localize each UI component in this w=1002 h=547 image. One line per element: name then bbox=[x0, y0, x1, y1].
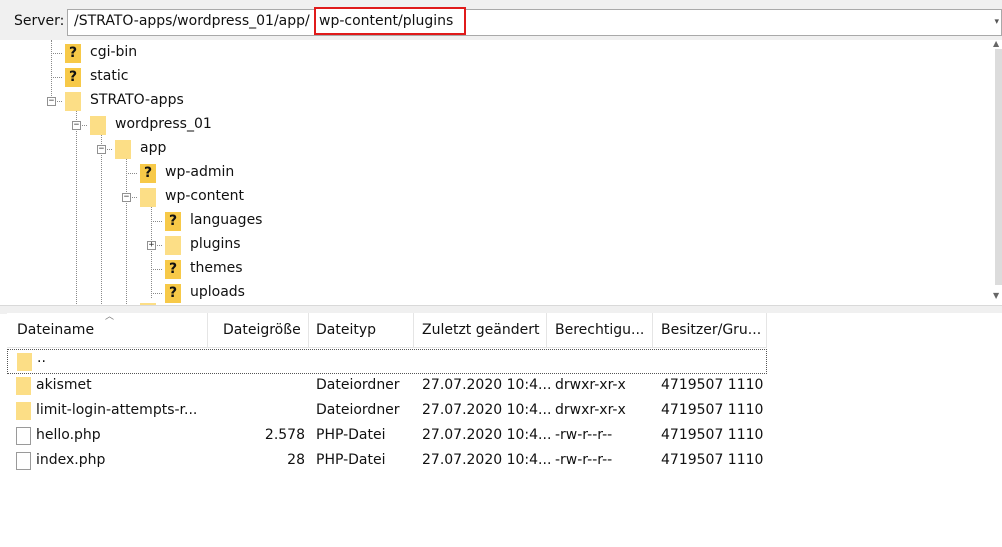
file-type: PHP-Datei bbox=[316, 427, 386, 443]
server-path-input[interactable]: /STRATO-apps/wordpress_01/app/ wp-conten… bbox=[67, 7, 1002, 36]
file-type: Dateiordner bbox=[316, 402, 400, 418]
file-name: limit-login-attempts-r... bbox=[36, 402, 198, 418]
tree-connector bbox=[151, 269, 162, 270]
tree-node-label: wp-content bbox=[165, 188, 244, 204]
unknown-folder-icon: ? bbox=[65, 44, 81, 63]
tree-connector bbox=[126, 173, 137, 174]
unknown-folder-icon: ? bbox=[65, 68, 81, 87]
file-owner: 4719507 1110 bbox=[661, 377, 764, 393]
file-name: .. bbox=[37, 350, 46, 366]
server-path-highlight: wp-content/plugins bbox=[314, 7, 466, 35]
file-type: Dateiordner bbox=[316, 377, 400, 393]
collapse-toggle[interactable]: − bbox=[97, 145, 106, 154]
file-modified: 27.07.2020 10:4... bbox=[422, 427, 552, 443]
tree-node-label: STRATO-apps bbox=[90, 92, 184, 108]
tree-node-label: themes bbox=[190, 260, 243, 276]
file-name: index.php bbox=[36, 452, 106, 468]
scroll-up-icon[interactable]: ▲ bbox=[993, 40, 999, 48]
file-modified: 27.07.2020 10:4... bbox=[422, 377, 552, 393]
folder-icon bbox=[165, 236, 181, 255]
file-owner: 4719507 1110 bbox=[661, 402, 764, 418]
tree-connector bbox=[51, 53, 62, 54]
column-separator[interactable] bbox=[546, 313, 547, 347]
file-name: akismet bbox=[36, 377, 92, 393]
table-row[interactable]: index.php 28 PHP-Datei 27.07.2020 10:4..… bbox=[7, 449, 767, 474]
tree-connector bbox=[126, 154, 127, 305]
folder-icon bbox=[17, 353, 32, 371]
unknown-folder-icon: ? bbox=[140, 164, 156, 183]
file-name: hello.php bbox=[36, 427, 101, 443]
file-owner: 4719507 1110 bbox=[661, 427, 764, 443]
tree-node-label: wordpress_01 bbox=[115, 116, 212, 132]
expand-toggle[interactable]: + bbox=[147, 241, 156, 250]
server-path-bar: Server: /STRATO-apps/wordpress_01/app/ w… bbox=[0, 0, 1002, 40]
table-row[interactable]: hello.php 2.578 PHP-Datei 27.07.2020 10:… bbox=[7, 424, 767, 449]
column-header-permissions[interactable]: Berechtigu... bbox=[555, 322, 644, 338]
collapse-toggle[interactable]: − bbox=[47, 97, 56, 106]
tree-node-label: static bbox=[90, 68, 129, 84]
scroll-down-icon[interactable]: ▼ bbox=[993, 291, 999, 300]
scrollbar-thumb[interactable] bbox=[995, 49, 1002, 285]
table-row[interactable]: akismet Dateiordner 27.07.2020 10:4... d… bbox=[7, 374, 767, 399]
tree-node-label: app bbox=[140, 140, 167, 156]
column-separator[interactable] bbox=[308, 313, 309, 347]
column-header-filetype[interactable]: Dateityp bbox=[316, 322, 376, 338]
file-modified: 27.07.2020 10:4... bbox=[422, 402, 552, 418]
collapse-toggle[interactable]: − bbox=[72, 121, 81, 130]
server-label: Server: bbox=[14, 13, 65, 29]
column-separator[interactable] bbox=[413, 313, 414, 347]
unknown-folder-icon: ? bbox=[165, 260, 181, 279]
tree-scrollbar[interactable]: ▲ ▼ bbox=[993, 40, 1002, 305]
remote-directory-tree: − − − − + ? cgi-bin ? static STRATO-apps… bbox=[7, 40, 1002, 305]
file-icon bbox=[16, 427, 31, 445]
table-row[interactable]: limit-login-attempts-r... Dateiordner 27… bbox=[7, 399, 767, 424]
column-separator[interactable] bbox=[766, 313, 767, 347]
tree-connector bbox=[151, 221, 162, 222]
unknown-folder-icon: ? bbox=[165, 212, 181, 231]
file-owner: 4719507 1110 bbox=[661, 452, 764, 468]
server-path-prefix: /STRATO-apps/wordpress_01/app/ bbox=[74, 13, 310, 29]
parent-directory-row[interactable]: .. bbox=[7, 349, 767, 374]
tree-connector bbox=[151, 202, 152, 298]
file-size: 28 bbox=[287, 452, 305, 468]
folder-icon bbox=[90, 116, 106, 135]
file-permissions: drwxr-xr-x bbox=[555, 377, 626, 393]
file-type: PHP-Datei bbox=[316, 452, 386, 468]
file-size: 2.578 bbox=[264, 427, 305, 443]
file-modified: 27.07.2020 10:4... bbox=[422, 452, 552, 468]
tree-node-label: wp-admin bbox=[165, 164, 235, 180]
tree-node-label: uploads bbox=[190, 284, 245, 300]
file-icon bbox=[16, 452, 31, 470]
folder-icon bbox=[16, 402, 31, 420]
tree-node-label: languages bbox=[190, 212, 263, 228]
tree-connector bbox=[76, 106, 77, 305]
folder-icon bbox=[140, 188, 156, 207]
folder-icon bbox=[65, 92, 81, 111]
folder-icon bbox=[115, 140, 131, 159]
tree-connector bbox=[51, 77, 62, 78]
folder-icon bbox=[16, 377, 31, 395]
chevron-down-icon[interactable]: ▾ bbox=[994, 17, 999, 27]
column-header-filesize[interactable]: Dateigröße bbox=[223, 322, 301, 338]
column-separator[interactable] bbox=[207, 313, 208, 347]
column-separator[interactable] bbox=[652, 313, 653, 347]
tree-connector bbox=[101, 130, 102, 305]
tree-node-label: cgi-bin bbox=[90, 44, 138, 60]
tree-node-label: plugins bbox=[190, 236, 241, 252]
collapse-toggle[interactable]: − bbox=[122, 193, 131, 202]
unknown-folder-icon: ? bbox=[165, 284, 181, 303]
file-permissions: -rw-r--r-- bbox=[555, 452, 613, 468]
tree-connector bbox=[51, 40, 52, 98]
column-header-filename[interactable]: Dateiname bbox=[17, 322, 94, 338]
sort-ascending-icon: ︿ bbox=[105, 312, 115, 322]
tree-connector bbox=[151, 293, 162, 294]
remote-file-list: ︿ Dateiname Dateigröße Dateityp Zuletzt … bbox=[7, 312, 1002, 547]
file-permissions: drwxr-xr-x bbox=[555, 402, 626, 418]
file-list-header: ︿ Dateiname Dateigröße Dateityp Zuletzt … bbox=[7, 312, 767, 348]
file-permissions: -rw-r--r-- bbox=[555, 427, 613, 443]
column-header-modified[interactable]: Zuletzt geändert bbox=[422, 322, 539, 338]
column-header-owner[interactable]: Besitzer/Gru... bbox=[661, 322, 761, 338]
